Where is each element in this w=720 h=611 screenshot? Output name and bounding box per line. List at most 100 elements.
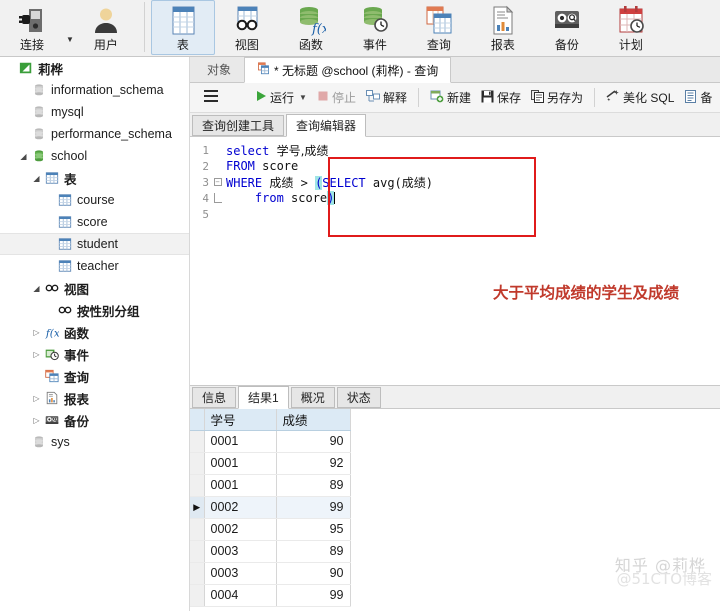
tree-item-school[interactable]: ◢ school: [0, 145, 189, 167]
cell-sno[interactable]: 0003: [204, 540, 277, 563]
tab-status[interactable]: 状态: [336, 387, 381, 408]
cell-score[interactable]: 89: [276, 474, 351, 497]
save-button[interactable]: 保存: [476, 87, 526, 108]
tree-item-视图[interactable]: ◢ 视图: [0, 277, 189, 299]
twisty-collapsed-icon[interactable]: ▷: [30, 416, 43, 425]
tab-query-builder[interactable]: 查询创建工具: [192, 115, 285, 136]
save-as-button[interactable]: 另存为: [526, 87, 588, 108]
toolbar-button-view[interactable]: 视图: [215, 0, 279, 55]
twisty-expanded-icon[interactable]: ◢: [30, 174, 43, 183]
toolbar-button-connect[interactable]: 连接: [0, 0, 64, 55]
object-tree-sidebar[interactable]: 莉桦 information_schema mysql performance_sch…: [0, 57, 190, 611]
cell-sno[interactable]: 0002: [204, 496, 277, 519]
cell-score[interactable]: 92: [276, 452, 351, 475]
tree-item-莉桦[interactable]: 莉桦: [0, 57, 189, 79]
cell-score[interactable]: 90: [276, 562, 351, 585]
cell-sno[interactable]: 0003: [204, 562, 277, 585]
result-grid-container[interactable]: 学号 成绩 0001 90 0001 92 0001 89 ▶ 0002 99 0002 95 000…: [190, 409, 720, 607]
table-row[interactable]: 0004 99: [190, 584, 351, 607]
toolbar-button-query[interactable]: 查询: [407, 0, 471, 55]
row-selector-cell[interactable]: ▶: [190, 496, 205, 519]
tab-objects[interactable]: 对象: [194, 57, 244, 82]
beautify-sql-button[interactable]: 美化 SQL: [601, 87, 679, 108]
tab-query-editor[interactable]: 查询编辑器: [286, 114, 367, 137]
cell-sno[interactable]: 0004: [204, 584, 277, 607]
twisty-collapsed-icon[interactable]: ▷: [30, 350, 43, 359]
fold-collapse-icon[interactable]: −: [212, 178, 223, 186]
row-selector-cell[interactable]: [190, 584, 205, 607]
tree-item-information_schema[interactable]: information_schema: [0, 79, 189, 101]
column-header-score[interactable]: 成绩: [276, 409, 351, 431]
toolbar-button-user[interactable]: 用户: [74, 0, 138, 55]
tab-info[interactable]: 信息: [192, 387, 237, 408]
sql-line[interactable]: 5: [190, 206, 720, 222]
tab-result1[interactable]: 结果1: [238, 386, 289, 409]
tree-item-performance_schema[interactable]: performance_schema: [0, 123, 189, 145]
sql-line[interactable]: 4 from score): [190, 190, 720, 206]
save-as-icon: [531, 89, 544, 106]
stop-button-label: 停止: [331, 91, 356, 105]
tree-item-score[interactable]: score: [0, 211, 189, 233]
toolbar-button-event[interactable]: 事件: [343, 0, 407, 55]
tab-profile[interactable]: 概况: [290, 387, 335, 408]
twisty-expanded-icon[interactable]: ◢: [17, 152, 30, 161]
toolbar-button-backup[interactable]: 备份: [535, 0, 599, 55]
row-selector-cell[interactable]: [190, 474, 205, 497]
chevron-down-icon[interactable]: ▼: [299, 93, 307, 102]
table-row[interactable]: 0001 92: [190, 452, 351, 475]
new-button[interactable]: 新建: [425, 87, 476, 108]
sql-editor[interactable]: 1 select 学号,成绩 2 FROM score 3− WHERE 成绩 > (SE…: [190, 137, 720, 385]
twisty-collapsed-icon[interactable]: ▷: [30, 394, 43, 403]
sql-line[interactable]: 3− WHERE 成绩 > (SELECT avg(成绩): [190, 174, 720, 190]
tree-item-mysql[interactable]: mysql: [0, 101, 189, 123]
table-row[interactable]: 0001 90: [190, 430, 351, 453]
toolbar-button-function[interactable]: f(x) 函数: [279, 0, 343, 55]
table-row[interactable]: 0003 89: [190, 540, 351, 563]
toolbar-button-schedule[interactable]: 计划: [599, 0, 663, 55]
explain-button[interactable]: 解释: [361, 87, 412, 108]
tree-item-查询[interactable]: 查询: [0, 365, 189, 387]
tree-item-course[interactable]: course: [0, 189, 189, 211]
table-row[interactable]: ▶ 0002 99: [190, 496, 351, 519]
cell-score[interactable]: 95: [276, 518, 351, 541]
cell-score[interactable]: 89: [276, 540, 351, 563]
twisty-collapsed-icon[interactable]: ▷: [30, 328, 43, 337]
row-selector-cell[interactable]: [190, 540, 205, 563]
cell-sno[interactable]: 0001: [204, 430, 277, 453]
tab-query-untitled[interactable]: * 无标题 @school (莉桦) - 查询: [244, 57, 452, 83]
twisty-expanded-icon[interactable]: ◢: [30, 284, 43, 293]
tree-item-student[interactable]: student: [0, 233, 189, 255]
cell-score[interactable]: 99: [276, 496, 351, 519]
cell-sno[interactable]: 0002: [204, 518, 277, 541]
sql-line[interactable]: 2 FROM score: [190, 158, 720, 174]
row-selector-cell[interactable]: [190, 562, 205, 585]
tree-item-sys[interactable]: sys: [0, 431, 189, 453]
table-row[interactable]: 0003 90: [190, 562, 351, 585]
column-header-sno[interactable]: 学号: [204, 409, 277, 431]
tree-item-label: 莉桦: [38, 62, 64, 77]
sql-line[interactable]: 1 select 学号,成绩: [190, 142, 720, 158]
hamburger-menu-button[interactable]: [198, 87, 224, 108]
tree-item-函数[interactable]: ▷f(x) 函数: [0, 321, 189, 343]
cell-score[interactable]: 90: [276, 430, 351, 453]
toolbar-button-report[interactable]: 报表: [471, 0, 535, 55]
tree-item-teacher[interactable]: teacher: [0, 255, 189, 277]
tree-item-表[interactable]: ◢ 表: [0, 167, 189, 189]
toolbar-button-table[interactable]: 表: [150, 0, 215, 55]
row-selector-cell[interactable]: [190, 518, 205, 541]
table-row[interactable]: 0002 95: [190, 518, 351, 541]
table-row[interactable]: 0001 89: [190, 474, 351, 497]
tree-item-事件[interactable]: ▷ 事件: [0, 343, 189, 365]
tree-item-按性别分组[interactable]: 按性别分组: [0, 299, 189, 321]
row-selector-cell[interactable]: [190, 452, 205, 475]
cell-sno[interactable]: 0001: [204, 452, 277, 475]
note-button[interactable]: 备: [679, 87, 717, 108]
cell-score[interactable]: 99: [276, 584, 351, 607]
result-grid[interactable]: 学号 成绩 0001 90 0001 92 0001 89 ▶ 0002 99 0002 95 000…: [190, 409, 351, 607]
connect-dropdown-caret-icon[interactable]: ▼: [66, 35, 74, 44]
tree-item-报表[interactable]: ▷ 报表: [0, 387, 189, 409]
row-selector-cell[interactable]: [190, 430, 205, 453]
cell-sno[interactable]: 0001: [204, 474, 277, 497]
tree-item-备份[interactable]: ▷ 备份: [0, 409, 189, 431]
run-button[interactable]: 运行 ▼: [250, 87, 312, 108]
